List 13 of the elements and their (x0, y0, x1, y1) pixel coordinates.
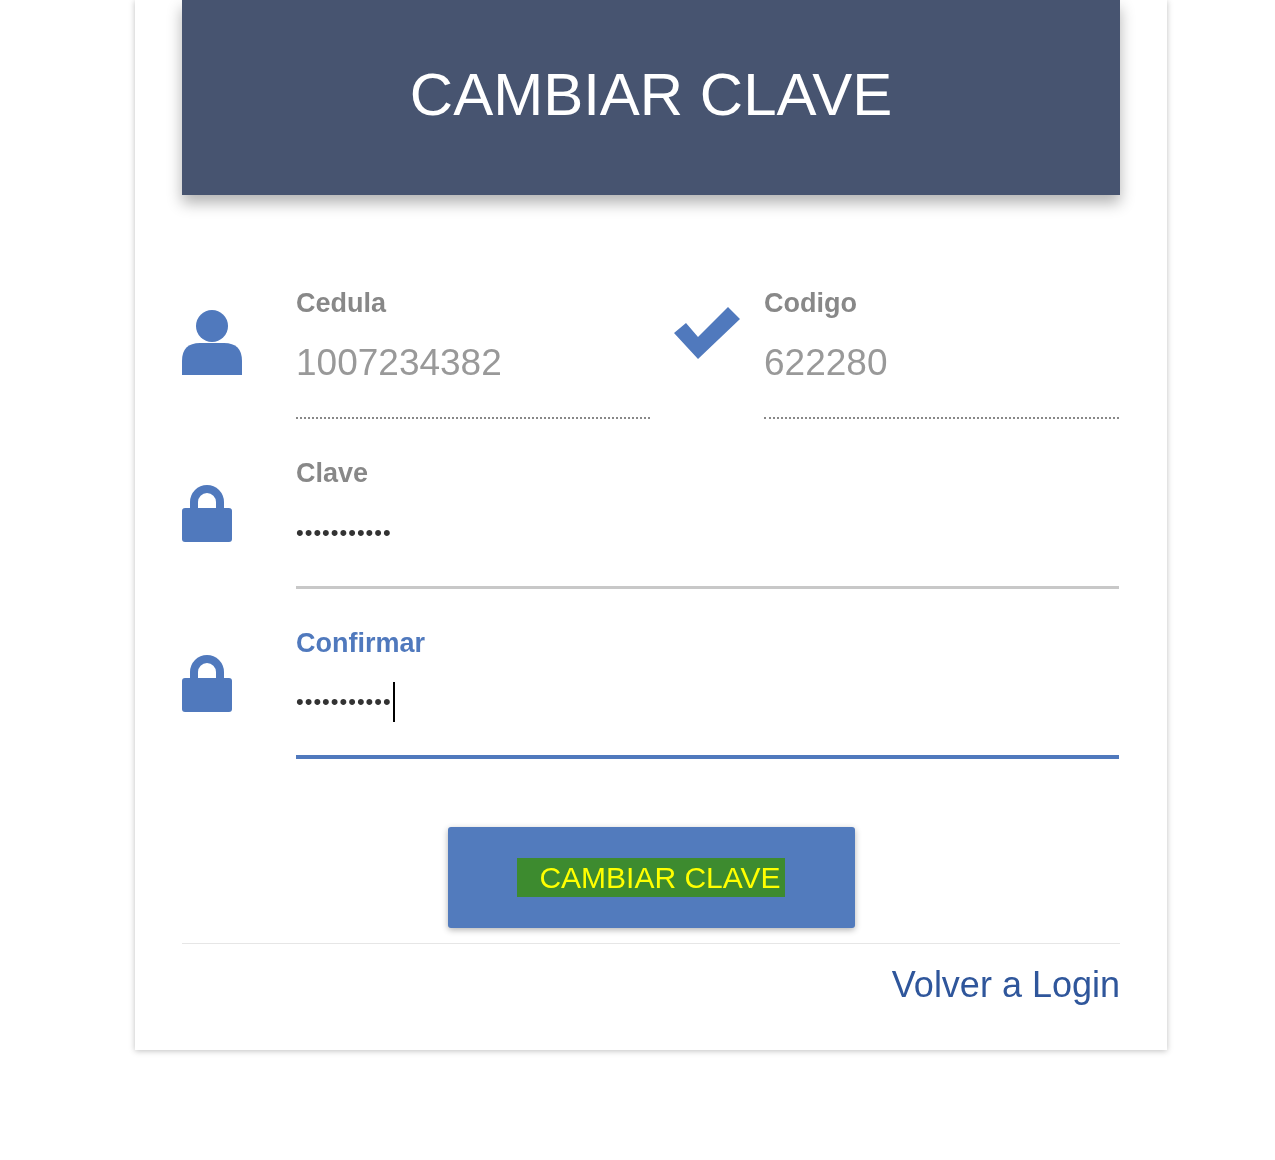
lock-icon (182, 482, 232, 542)
user-icon (182, 309, 242, 375)
submit-button[interactable]: CAMBIAR CLAVE (447, 827, 855, 928)
field-label: Confirmar (296, 627, 425, 659)
input-field[interactable]: ••••••••••• (296, 489, 1119, 589)
back-to-login-link[interactable]: Volver a Login (891, 964, 1120, 1006)
check-icon (674, 307, 740, 359)
input-field[interactable]: ••••••••••• (296, 659, 1119, 759)
page-title: CAMBIAR CLAVE (409, 60, 893, 129)
field-label: Codigo (764, 287, 857, 319)
field-label: Clave (296, 457, 369, 489)
field-label: Cedula (296, 287, 387, 319)
lock-icon (182, 652, 232, 712)
